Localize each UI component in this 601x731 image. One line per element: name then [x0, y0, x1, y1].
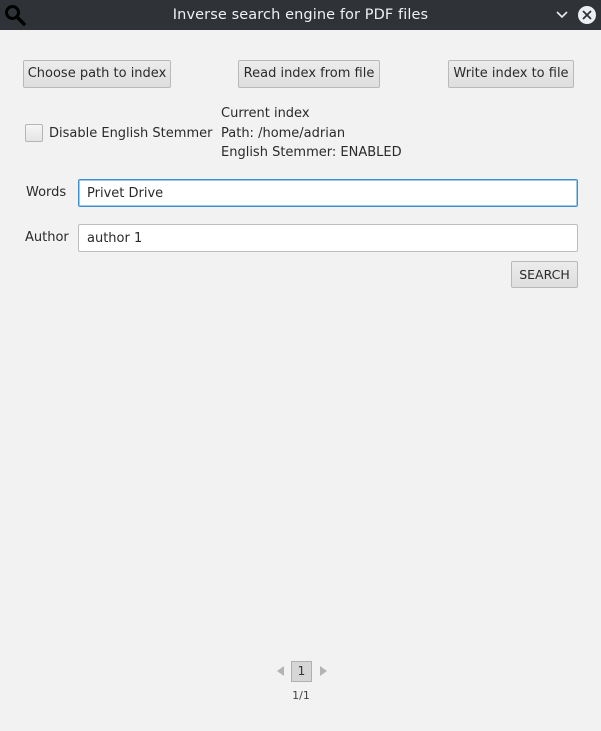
next-page-icon[interactable]	[315, 662, 331, 680]
words-input[interactable]	[78, 179, 578, 207]
index-path-text: Path: /home/adrian	[221, 126, 346, 141]
current-index-heading: Current index	[221, 106, 310, 121]
disable-stemmer-label[interactable]: Disable English Stemmer	[49, 126, 212, 141]
choose-path-button[interactable]: Choose path to index	[23, 60, 171, 88]
window-title: Inverse search engine for PDF files	[172, 7, 429, 23]
chevron-down-icon[interactable]	[553, 6, 571, 24]
close-icon[interactable]	[577, 5, 597, 25]
title-bar: Inverse search engine for PDF files	[0, 0, 601, 30]
page-count: 1/1	[292, 689, 310, 702]
previous-page-icon[interactable]	[273, 662, 289, 680]
disable-stemmer-checkbox[interactable]	[25, 124, 43, 142]
stemmer-status-text: English Stemmer: ENABLED	[221, 145, 402, 160]
write-index-button[interactable]: Write index to file	[448, 60, 574, 88]
author-label: Author	[25, 230, 69, 245]
words-label: Words	[26, 185, 67, 200]
read-index-button[interactable]: Read index from file	[238, 60, 380, 88]
search-button[interactable]: SEARCH	[511, 261, 578, 288]
page-1-button[interactable]: 1	[291, 661, 312, 682]
author-input[interactable]	[78, 224, 578, 252]
